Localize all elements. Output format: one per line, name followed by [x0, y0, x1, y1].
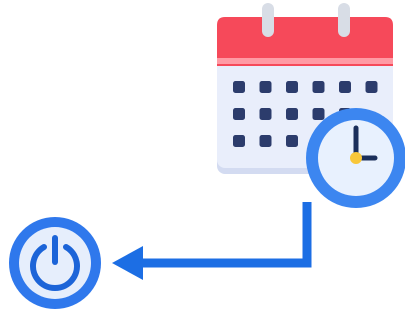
- calendar-date-cell: [286, 108, 298, 120]
- power-button-icon: [9, 217, 101, 309]
- calendar-date-cell: [312, 81, 325, 93]
- calendar-date-cell: [312, 108, 325, 120]
- calendar-date-cell: [259, 135, 272, 147]
- calendar-date-cell: [286, 81, 298, 93]
- illustration-svg: [9, 3, 405, 309]
- calendar-date-cell: [233, 108, 245, 120]
- calendar-date-cell: [259, 108, 272, 120]
- calendar-date-cell: [233, 81, 245, 93]
- calendar-date-cell: [339, 81, 351, 93]
- illustration-canvas: [0, 0, 405, 309]
- calendar-date-cell: [259, 81, 272, 93]
- calendar-date-cell: [286, 135, 298, 147]
- arrow-connector: [112, 202, 312, 280]
- calendar-date-cell: [233, 135, 245, 147]
- calendar-date-cell: [365, 81, 378, 93]
- clock-icon: [306, 108, 405, 208]
